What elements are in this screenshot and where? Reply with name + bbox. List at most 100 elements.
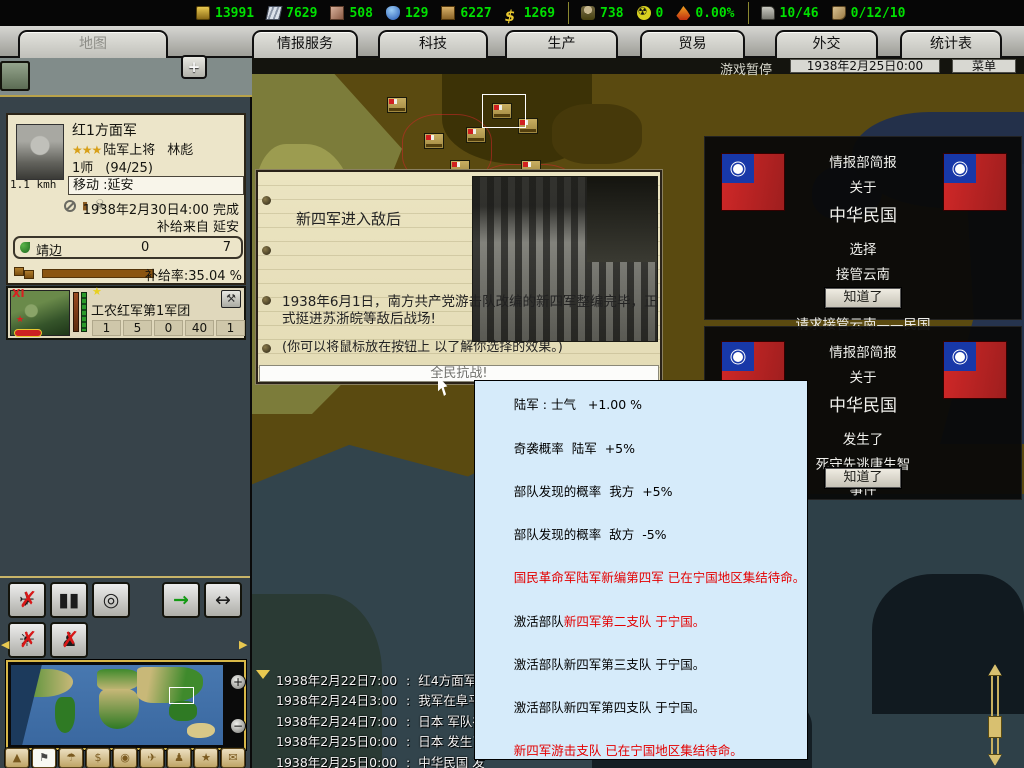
move-button[interactable]: → [162,582,200,618]
unit-filter-button[interactable]: ▮▮ [50,582,88,618]
menu-button[interactable]: 菜单 [952,59,1016,73]
command-glyph: ↔ [215,589,231,611]
zoom-out-button[interactable]: − [230,718,246,734]
division-stat-value: 1 [216,320,245,336]
zoom-in-button[interactable]: + [230,674,246,690]
selection-box [482,94,526,128]
division-name: 工农红军第1军团 [91,300,190,319]
unit-composition: 1师 [72,161,93,176]
event-effects-tooltip: 陆军 : 士气 +1.00 % 奇袭概率 陆军 +5% 部队发现的概率 我方 +… [474,380,808,760]
strength-bar [73,292,79,332]
units-mode-button[interactable]: ♟ [167,748,191,768]
minimap-continent [99,689,139,729]
tab-intelligence[interactable]: 情报服务 [252,30,358,58]
supply-crate-icon [14,267,24,276]
unit-rank-line: ★★★陆军上将林彪 [72,139,193,158]
resource-value: 1269 [524,6,555,21]
province-selector[interactable]: 靖边 0 7 [13,236,243,259]
resource-item: 129 [386,6,428,21]
province-value-1: 0 [141,240,149,255]
tab-technology[interactable]: 科技 [378,30,488,58]
slider-track [991,676,999,754]
division-card[interactable]: ★ XI ★ 工农红军第1军团 ⚒ 150401 [6,286,246,340]
acknowledge-button[interactable]: 知道了 [825,288,901,308]
corps-numeral: XI [12,287,25,300]
event-title: 新四军进入敌后 [296,208,401,229]
aviation-mode-button[interactable]: ✈ [140,748,164,768]
forbid-cross-icon: ✗ [61,625,79,657]
division-stat-value: 1 [92,320,121,336]
command-glyph: ◎ [103,589,120,611]
log-separator: : [406,714,410,729]
log-collapse-arrow-icon[interactable] [256,670,270,679]
resource-value: 738 [600,6,623,21]
terrain-mode-button[interactable]: ▲ [5,748,29,768]
reorganize-button[interactable]: ↔ [204,582,242,618]
tab-map[interactable]: 地图 [18,30,168,58]
event-dialog: 新四军进入敌后 1938年6月1日，南方共产党游击队改编的新四军整编完毕，正式挺… [256,170,662,384]
scroll-left-arrow[interactable]: ◀ [1,638,9,651]
resource-mode-button[interactable]: ◉ [113,748,137,768]
briefing-line: 关于 [850,366,877,386]
minimap[interactable] [11,665,223,745]
unit-speed: 1.1 kmh [10,178,56,191]
tab-trade[interactable]: 贸易 [640,30,745,58]
date-display: 1938年2月25日0:00 [790,59,940,73]
slider-up-arrow[interactable] [988,664,1002,676]
resource-bar: 13991 7629 508 129 6227 1269 [0,0,1024,26]
ring-hole-icon [262,296,271,305]
slider-thumb[interactable] [988,716,1002,738]
roc-flag-icon [943,153,1007,211]
log-time: 1938年2月24日7:00 [276,711,404,730]
forbid-cross-icon: ✗ [19,585,37,617]
ring-hole-icon [262,196,271,205]
status-bar: 游戏暂停 1938年2月25日0:00 菜单 [252,58,1024,74]
division-upgrade-button[interactable]: ⚒ [221,290,241,308]
unit-name: 红1方面军 [72,120,137,140]
pin-panel-button[interactable]: + [181,55,207,79]
no-bombardment-button[interactable]: ☀ ✗ [8,622,46,658]
unit-strength: (94/25) [105,161,153,176]
scroll-right-arrow[interactable]: ▶ [239,638,247,651]
amphibious-button[interactable] [0,61,30,91]
unit-rank: 陆军上将 [103,143,155,158]
tab-production[interactable]: 生产 [505,30,618,58]
resource-group-divider [748,2,749,24]
minimap-continent [97,669,141,691]
resource-value: 0/12/10 [851,6,906,21]
no-air-support-button[interactable]: ✈ ✗ [8,582,46,618]
log-separator: : [406,734,410,749]
red-star-icon: ★ [16,315,24,325]
tab-diplomacy[interactable]: 外交 [775,30,878,58]
tab-statistics[interactable]: 统计表 [900,30,1002,58]
political-mode-button[interactable]: ⚑ [32,748,56,768]
diplomatic-mode-button[interactable]: ✉ [221,748,245,768]
supply-crate-icon [24,270,34,279]
unit-counter[interactable] [466,127,486,143]
unit-counter[interactable] [424,133,444,149]
resource-item: 0 [637,6,664,21]
transport-capacity-icon [761,6,775,20]
intelligence-briefing-panel: 情报部简报关于中华民国选择接管云南在请求接管云南——民国 知道了 [704,136,1022,320]
no-partisans-button[interactable]: ♟ ✗ [50,622,88,658]
slider-down-arrow[interactable] [988,754,1002,766]
supplies-icon [441,6,455,20]
objective-button[interactable]: ◎ [92,582,130,618]
resource-item: 7629 [267,6,317,21]
unit-counter[interactable] [387,97,407,113]
weather-mode-button[interactable]: ☂ [59,748,83,768]
dissent-icon [676,6,690,20]
tooltip-line: 激活部队新四军第四支队 于宁国。 [482,687,807,730]
victory-mode-button[interactable]: ★ [194,748,218,768]
acknowledge-button[interactable]: 知道了 [825,468,901,488]
minimap-mode-row: ▲⚑☂$◉✈♟★✉ [5,748,245,768]
main-tab-bar: 地图情报服务科技生产贸易外交统计表 + [0,26,1024,58]
economic-mode-button[interactable]: $ [86,748,110,768]
province-value-2: 7 [223,240,231,255]
minimap-view-rect[interactable] [169,687,194,704]
oil-icon [386,6,400,20]
division-stat-value: 5 [123,320,152,336]
game-screen: 13991 7629 508 129 6227 1269 [0,0,1024,768]
resource-item: 13991 [196,6,254,21]
supply-bar [42,269,154,278]
